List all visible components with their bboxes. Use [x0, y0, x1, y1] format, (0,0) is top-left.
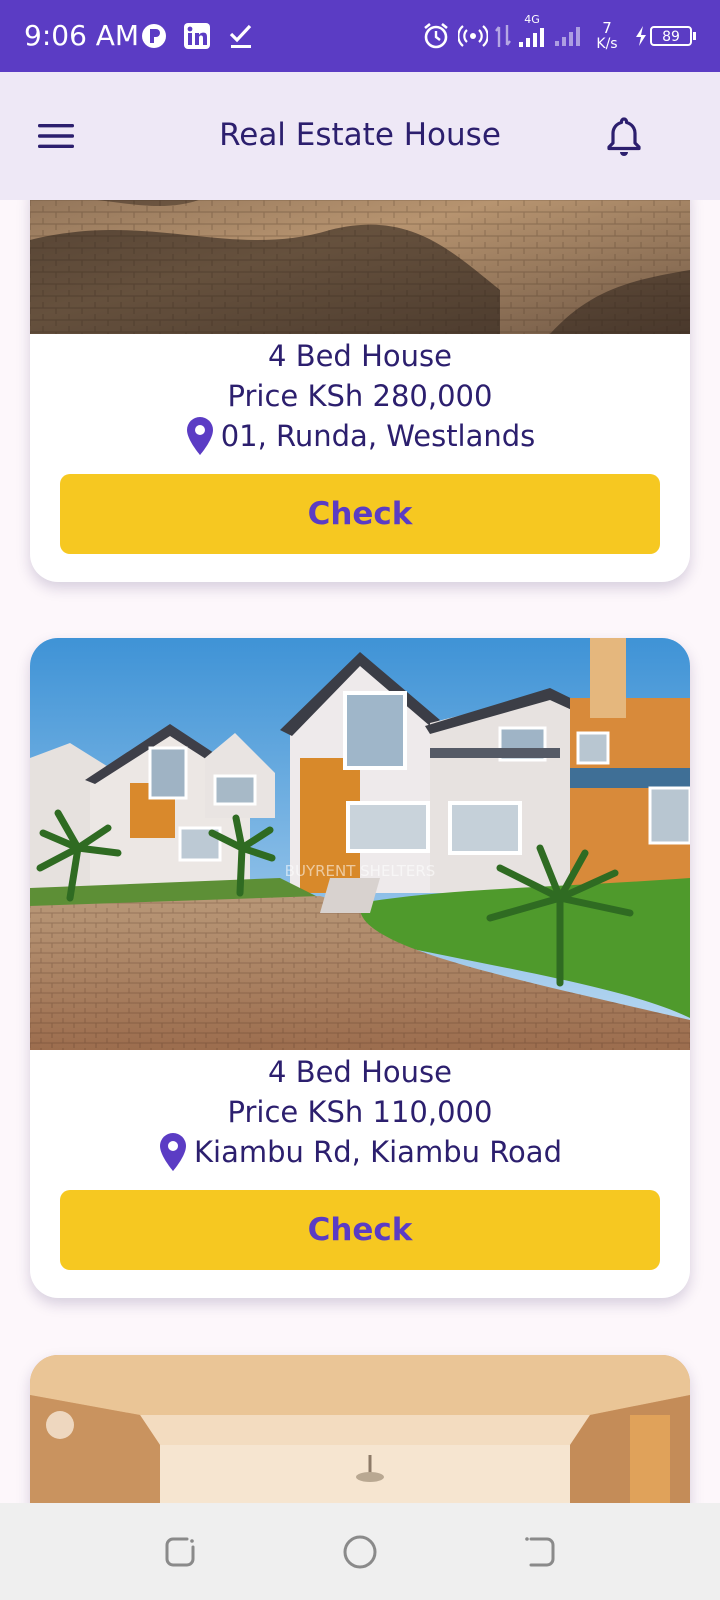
- net-speed-value: 7: [602, 19, 612, 37]
- home-button[interactable]: [332, 1527, 388, 1577]
- alarm-icon: [420, 0, 452, 72]
- net-speed-unit: K/s: [596, 36, 618, 52]
- listing-photo[interactable]: [30, 200, 690, 334]
- listing-info: 4 Bed House Price KSh 110,000 Kiambu Rd,…: [30, 1052, 690, 1172]
- listing-list[interactable]: 4 Bed House Price KSh 280,000 01, Runda,…: [0, 200, 720, 1503]
- check-button[interactable]: Check: [60, 474, 660, 554]
- home-icon: [343, 1535, 377, 1569]
- back-icon: [525, 1537, 555, 1567]
- network-type-label: 4G: [524, 13, 540, 26]
- listing-price: Price KSh 110,000: [227, 1095, 493, 1129]
- battery-level: 89: [662, 29, 680, 45]
- signal-icon: 4G: [514, 0, 550, 72]
- app-p-icon: [140, 0, 168, 72]
- listing-photo-driveway: [30, 200, 690, 334]
- app-screen: 9:06 AM 4G 7 K/s 89 Real Estate House 4 …: [0, 0, 720, 1600]
- location-pin-icon: [186, 417, 213, 455]
- notifications-button[interactable]: [596, 106, 652, 166]
- net-speed: 7 K/s: [590, 0, 624, 72]
- listing-card[interactable]: BUYRENT SHELTERS 4 Bed House Price KSh 1…: [30, 638, 690, 1298]
- listing-location-text: 01, Runda, Westlands: [220, 419, 536, 453]
- listing-photo-interior: [30, 1355, 690, 1503]
- listing-photo-house: BUYRENT SHELTERS: [30, 638, 690, 1050]
- bell-icon: [607, 117, 641, 156]
- photo-watermark: BUYRENT SHELTERS: [285, 862, 436, 880]
- signal-icon: [552, 0, 584, 72]
- battery-icon: 89: [648, 0, 698, 72]
- listing-photo[interactable]: [30, 1355, 690, 1503]
- listing-title: 4 Bed House: [268, 1055, 452, 1089]
- back-button[interactable]: [512, 1527, 568, 1577]
- listing-location: 01, Runda, Westlands: [30, 416, 690, 456]
- listing-card[interactable]: [30, 1355, 690, 1503]
- status-time: 9:06 AM: [24, 19, 140, 52]
- listing-location-text: Kiambu Rd, Kiambu Road: [194, 1135, 562, 1169]
- charging-icon: [634, 0, 648, 72]
- location-pin-icon: [160, 1133, 187, 1171]
- data-arrows-icon: [492, 0, 514, 72]
- listing-title: 4 Bed House: [268, 339, 452, 373]
- app-bar: Real Estate House: [0, 72, 720, 200]
- listing-photo[interactable]: BUYRENT SHELTERS: [30, 638, 690, 1050]
- system-nav-bar: [0, 1503, 720, 1600]
- linkedin-icon: [182, 0, 212, 72]
- listing-info: 4 Bed House Price KSh 280,000 01, Runda,…: [30, 336, 690, 456]
- listing-price: Price KSh 280,000: [227, 379, 493, 413]
- listing-card[interactable]: 4 Bed House Price KSh 280,000 01, Runda,…: [30, 200, 690, 582]
- listing-location: Kiambu Rd, Kiambu Road: [30, 1132, 690, 1172]
- check-icon: [226, 0, 256, 72]
- recents-button[interactable]: [152, 1527, 208, 1577]
- recents-icon: [165, 1537, 195, 1567]
- check-button[interactable]: Check: [60, 1190, 660, 1270]
- status-bar: 9:06 AM 4G 7 K/s 89: [0, 0, 720, 72]
- hotspot-icon: [456, 0, 490, 72]
